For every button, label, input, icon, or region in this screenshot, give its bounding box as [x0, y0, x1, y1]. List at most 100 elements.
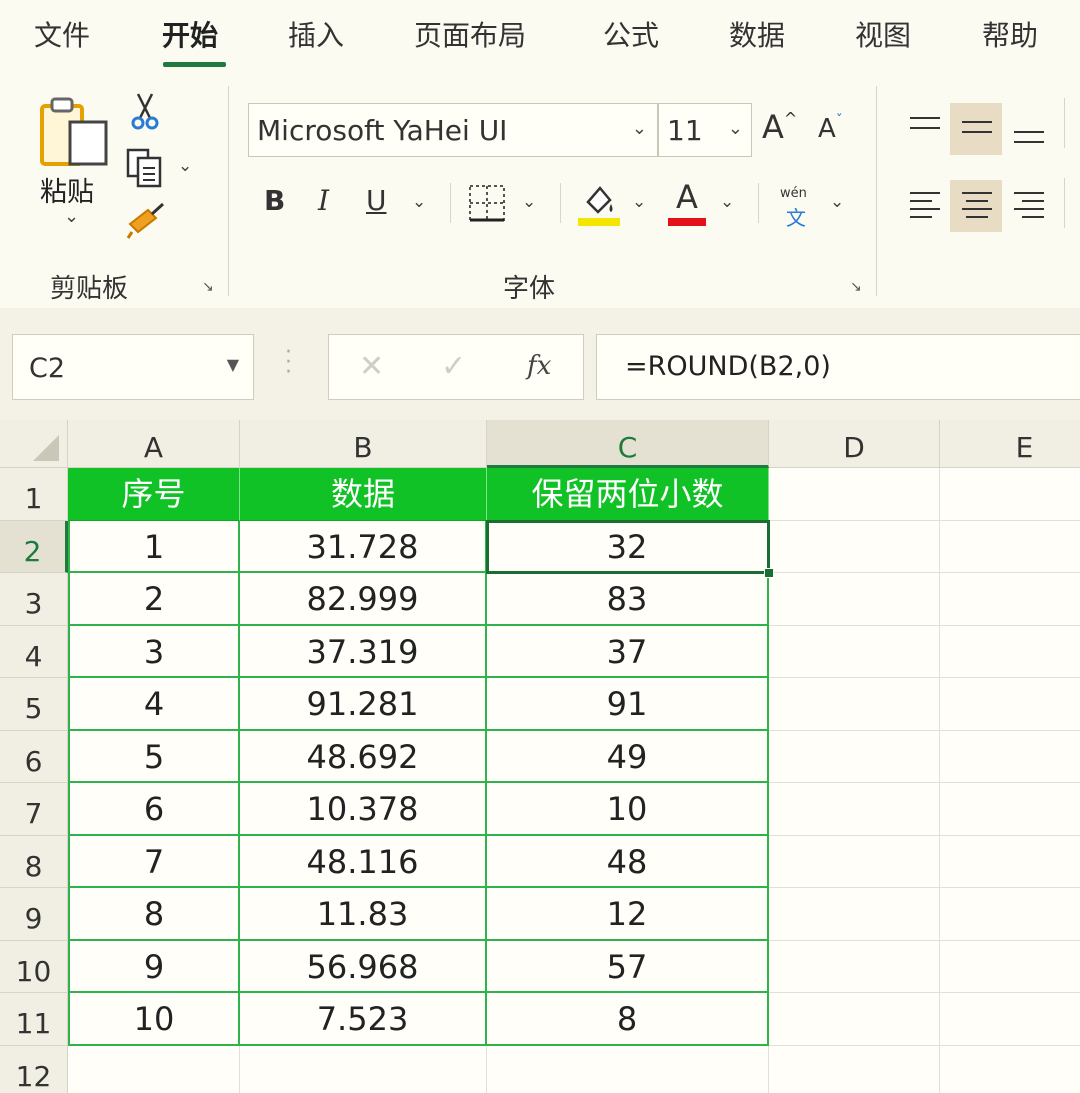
- row-header-10[interactable]: 10: [0, 940, 68, 993]
- phonetic-guide-icon[interactable]: 文: [786, 202, 806, 231]
- table-cell[interactable]: 9: [68, 940, 240, 993]
- column-header-a[interactable]: A: [68, 420, 240, 468]
- borders-icon[interactable]: [468, 184, 506, 222]
- table-cell[interactable]: 10: [68, 993, 240, 1046]
- column-header-d[interactable]: D: [769, 420, 940, 468]
- align-center-button[interactable]: [950, 180, 1002, 232]
- table-cell[interactable]: 2: [68, 573, 240, 626]
- cell-e6[interactable]: [940, 731, 1080, 783]
- table-cell[interactable]: 8: [68, 888, 240, 941]
- fill-color-dropdown-chevron-icon[interactable]: ⌄: [632, 192, 646, 212]
- cell-d2[interactable]: [769, 520, 940, 573]
- cell-d6[interactable]: [769, 730, 940, 783]
- table-cell[interactable]: 6: [68, 783, 240, 836]
- copy-dropdown-chevron-icon[interactable]: ⌄: [178, 156, 192, 176]
- cell-e7[interactable]: [940, 783, 1080, 836]
- tab-page-layout[interactable]: 页面布局: [414, 14, 526, 54]
- paste-icon[interactable]: [40, 96, 110, 168]
- formula-input[interactable]: =ROUND(B2,0): [596, 334, 1080, 400]
- cell-d5[interactable]: [769, 678, 940, 731]
- cell-e11[interactable]: [940, 993, 1080, 1046]
- table-cell[interactable]: 12: [487, 888, 769, 941]
- row-header-4[interactable]: 4: [0, 625, 68, 678]
- cell-d7[interactable]: [769, 783, 940, 836]
- table-cell[interactable]: 7: [68, 835, 240, 888]
- align-right-button[interactable]: [1002, 180, 1054, 232]
- cell-e3[interactable]: [940, 573, 1080, 626]
- underline-button[interactable]: U: [366, 184, 387, 217]
- cell-e9[interactable]: [940, 888, 1080, 941]
- row-header-11[interactable]: 11: [0, 993, 68, 1046]
- cell-d12[interactable]: [769, 1045, 940, 1093]
- paste-dropdown-chevron-icon[interactable]: ⌄: [64, 206, 79, 227]
- cell-a12[interactable]: [68, 1045, 240, 1093]
- name-box[interactable]: C2 ▼: [12, 334, 254, 400]
- tab-insert[interactable]: 插入: [288, 14, 344, 54]
- copy-icon[interactable]: [126, 148, 166, 188]
- table-cell[interactable]: 48.692: [240, 730, 487, 783]
- insert-function-button[interactable]: fx: [527, 351, 551, 381]
- row-header-7[interactable]: 7: [0, 783, 68, 836]
- tab-view[interactable]: 视图: [855, 14, 911, 54]
- select-all-button[interactable]: [0, 420, 68, 468]
- table-cell[interactable]: 91.281: [240, 678, 487, 731]
- table-header-cell[interactable]: 保留两位小数: [487, 468, 769, 521]
- cell-e2[interactable]: [940, 521, 1080, 573]
- font-name-select[interactable]: Microsoft YaHei UI ⌄: [248, 103, 658, 157]
- table-cell[interactable]: 37: [487, 625, 769, 678]
- table-cell[interactable]: 56.968: [240, 940, 487, 993]
- phonetic-dropdown-chevron-icon[interactable]: ⌄: [830, 192, 844, 212]
- cell-c12[interactable]: [487, 1045, 769, 1093]
- row-header-9[interactable]: 9: [0, 888, 68, 941]
- table-cell[interactable]: 48.116: [240, 835, 487, 888]
- table-cell[interactable]: 4: [68, 678, 240, 731]
- borders-dropdown-chevron-icon[interactable]: ⌄: [522, 192, 536, 212]
- cut-icon[interactable]: [130, 92, 160, 130]
- cell-d4[interactable]: [769, 625, 940, 678]
- row-header-6[interactable]: 6: [0, 730, 68, 783]
- column-header-e[interactable]: E: [940, 420, 1080, 468]
- clipboard-dialog-launcher-icon[interactable]: ↘: [202, 280, 218, 296]
- cell-d1[interactable]: [769, 468, 940, 521]
- table-cell[interactable]: 57: [487, 940, 769, 993]
- column-header-b[interactable]: B: [240, 420, 487, 468]
- tab-formulas[interactable]: 公式: [603, 14, 659, 54]
- column-header-c[interactable]: C: [487, 420, 769, 468]
- cell-e10[interactable]: [940, 941, 1080, 993]
- align-middle-button[interactable]: [950, 103, 1002, 155]
- font-color-dropdown-chevron-icon[interactable]: ⌄: [720, 192, 734, 212]
- underline-dropdown-chevron-icon[interactable]: ⌄: [412, 192, 426, 212]
- fill-color-icon[interactable]: [578, 182, 620, 226]
- row-header-8[interactable]: 8: [0, 835, 68, 888]
- table-cell[interactable]: 3: [68, 625, 240, 678]
- table-cell[interactable]: 37.319: [240, 625, 487, 678]
- fill-handle[interactable]: [764, 568, 774, 578]
- cell-e5[interactable]: [940, 678, 1080, 731]
- cell-d10[interactable]: [769, 940, 940, 993]
- formula-bar-resize-handle[interactable]: · · ·: [285, 342, 292, 384]
- tab-help[interactable]: 帮助: [982, 14, 1038, 54]
- confirm-entry-icon[interactable]: ✓: [441, 349, 466, 384]
- table-cell[interactable]: 31.728: [240, 520, 487, 573]
- table-header-cell[interactable]: 数据: [240, 468, 487, 521]
- bold-button[interactable]: B: [264, 184, 285, 217]
- cell-e1[interactable]: [940, 468, 1080, 521]
- table-cell[interactable]: 91: [487, 678, 769, 731]
- cell-d11[interactable]: [769, 993, 940, 1046]
- row-header-12[interactable]: 12: [0, 1045, 68, 1093]
- table-cell[interactable]: 8: [487, 993, 769, 1046]
- format-painter-icon[interactable]: [126, 202, 166, 242]
- table-cell[interactable]: 1: [68, 520, 240, 573]
- font-size-select[interactable]: 11 ⌄: [658, 103, 752, 157]
- tab-data[interactable]: 数据: [729, 14, 785, 54]
- align-left-button[interactable]: [898, 180, 950, 232]
- paste-button-label[interactable]: 粘贴: [40, 170, 94, 209]
- cell-d9[interactable]: [769, 888, 940, 941]
- row-header-1[interactable]: 1: [0, 468, 68, 521]
- tab-file[interactable]: 文件: [34, 14, 90, 54]
- italic-button[interactable]: I: [318, 184, 329, 217]
- cell-e4[interactable]: [940, 626, 1080, 678]
- cell-d8[interactable]: [769, 835, 940, 888]
- cancel-entry-icon[interactable]: ✕: [359, 349, 384, 384]
- cell-e12[interactable]: [940, 1046, 1080, 1093]
